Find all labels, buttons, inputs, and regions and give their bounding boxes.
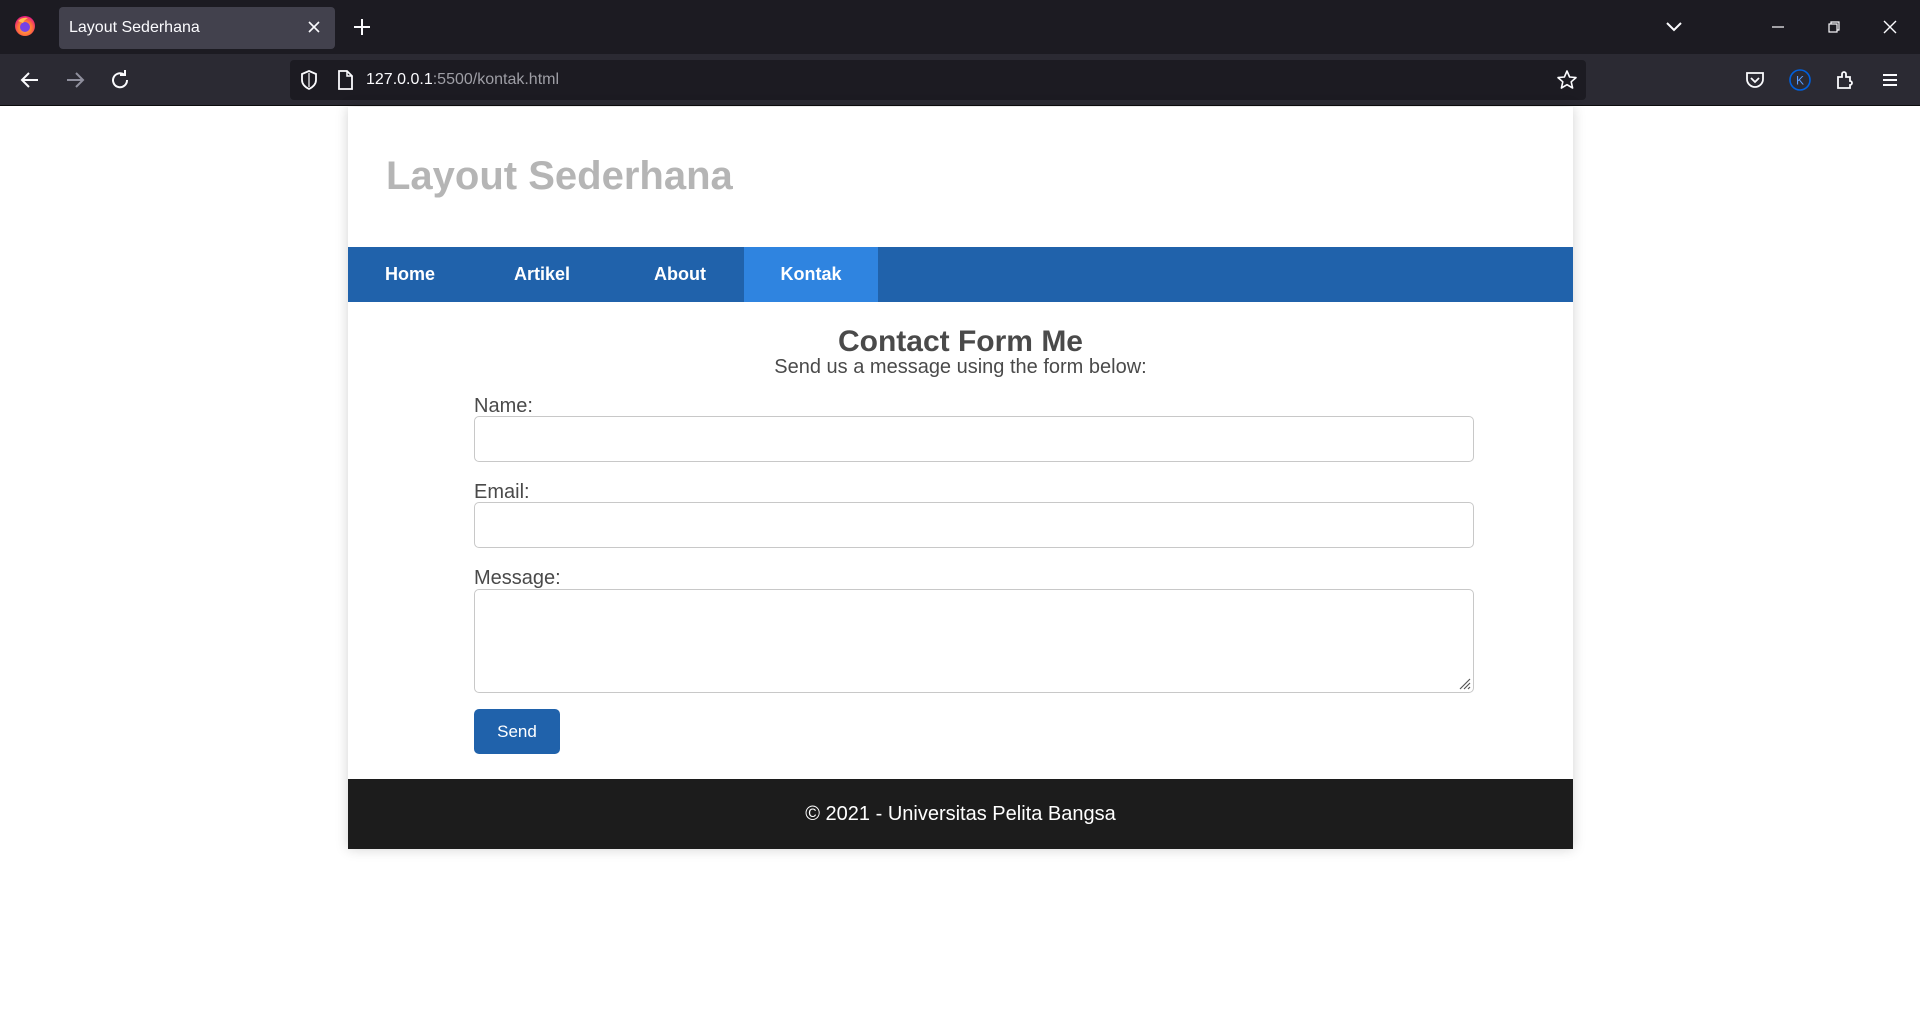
star-icon[interactable] bbox=[1556, 69, 1578, 91]
chevron-down-icon[interactable] bbox=[1662, 17, 1686, 37]
nav-artikel[interactable]: Artikel bbox=[472, 247, 612, 302]
page-viewport: Layout Sederhana Home Artikel About Kont… bbox=[0, 107, 1920, 1017]
url-host: 127.0.0.1 bbox=[366, 71, 433, 88]
name-input[interactable] bbox=[474, 416, 1474, 462]
url-path: :5500/kontak.html bbox=[432, 71, 560, 88]
form-title: Contact Form Me bbox=[837, 325, 1083, 358]
name-label: Name: bbox=[474, 395, 533, 417]
svg-text:K: K bbox=[1796, 74, 1804, 88]
shield-icon[interactable] bbox=[298, 69, 320, 91]
message-textarea[interactable] bbox=[474, 589, 1474, 693]
restore-icon[interactable] bbox=[1824, 17, 1844, 37]
account-icon[interactable]: K bbox=[1788, 68, 1812, 92]
browser-tab-active[interactable]: Layout Sederhana bbox=[59, 7, 335, 49]
nav-about[interactable]: About bbox=[612, 247, 748, 302]
site-title: Layout Sederhana bbox=[386, 154, 733, 198]
pocket-icon[interactable] bbox=[1743, 68, 1767, 92]
reload-icon[interactable] bbox=[108, 68, 132, 92]
page-icon[interactable] bbox=[334, 69, 356, 91]
forward-arrow-icon[interactable] bbox=[63, 68, 87, 92]
main-nav: Home Artikel About Kontak bbox=[348, 247, 1573, 302]
hamburger-menu-icon[interactable] bbox=[1878, 68, 1902, 92]
close-icon[interactable] bbox=[305, 18, 323, 36]
form-subtitle: Send us a message using the form below: bbox=[774, 356, 1147, 378]
back-arrow-icon[interactable] bbox=[18, 68, 42, 92]
message-label: Message: bbox=[474, 567, 561, 589]
url-bar[interactable]: 127.0.0.1:5500/kontak.html bbox=[290, 60, 1586, 100]
extensions-icon[interactable] bbox=[1833, 68, 1857, 92]
minimize-icon[interactable] bbox=[1768, 17, 1788, 37]
send-button[interactable]: Send bbox=[474, 709, 560, 754]
browser-toolbar: 127.0.0.1:5500/kontak.html K bbox=[0, 54, 1920, 106]
page-container: Layout Sederhana Home Artikel About Kont… bbox=[348, 107, 1573, 849]
tab-title: Layout Sederhana bbox=[69, 19, 200, 36]
email-input[interactable] bbox=[474, 502, 1474, 548]
nav-kontak[interactable]: Kontak bbox=[744, 247, 878, 302]
url-text[interactable]: 127.0.0.1:5500/kontak.html bbox=[366, 71, 559, 89]
browser-tab-bar: Layout Sederhana bbox=[0, 0, 1920, 54]
firefox-logo[interactable] bbox=[14, 15, 36, 37]
site-footer: © 2021 - Universitas Pelita Bangsa bbox=[348, 779, 1573, 849]
close-window-icon[interactable] bbox=[1880, 17, 1900, 37]
email-label: Email: bbox=[474, 481, 530, 503]
plus-icon[interactable] bbox=[350, 15, 374, 39]
resize-grip-icon[interactable] bbox=[1455, 674, 1471, 690]
nav-home[interactable]: Home bbox=[348, 247, 472, 302]
